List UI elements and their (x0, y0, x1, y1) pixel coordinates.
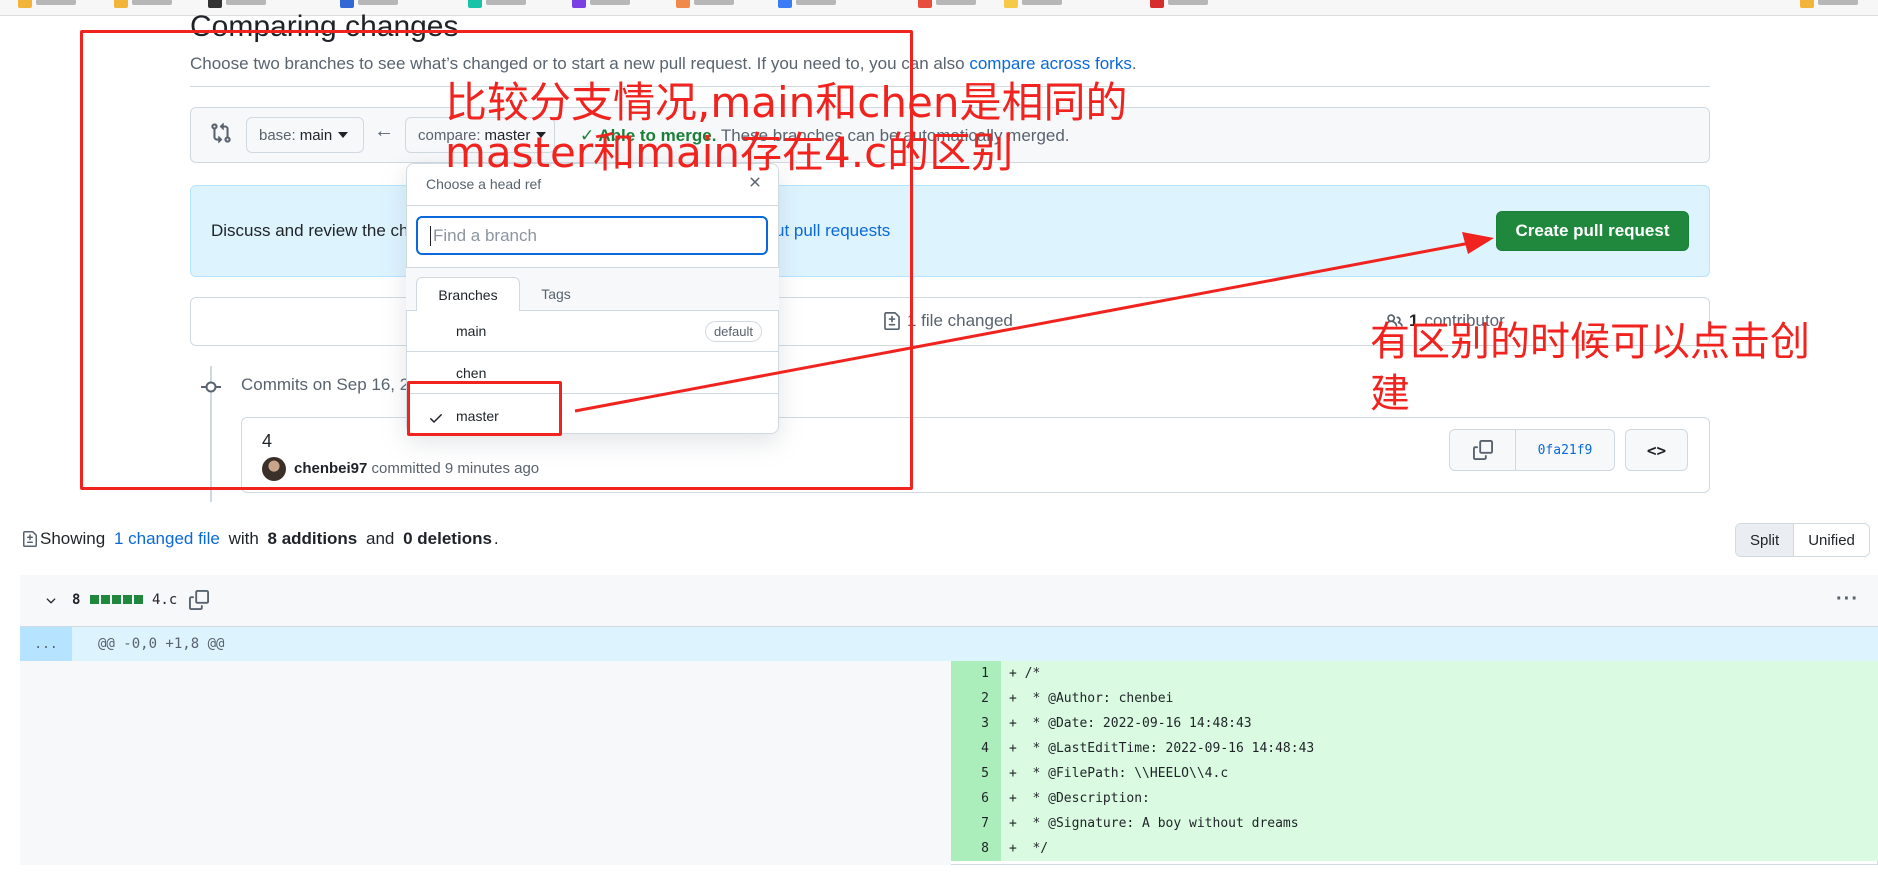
browse-code-button[interactable]: <> (1625, 429, 1688, 471)
line-number[interactable]: 3 (951, 711, 1001, 736)
annotation-note-1-line1: 比较分支情况,main和chen是相同的 (445, 78, 1128, 127)
files-changed-label: 1 file changed (907, 311, 1013, 330)
bookmark-item[interactable] (208, 0, 268, 8)
line-number[interactable]: 6 (951, 786, 1001, 811)
diff-line: 6 + * @Description: (951, 786, 1878, 811)
annotation-note-2: 有区别的时候可以点击创 建 (1370, 316, 1810, 420)
bookmark-item[interactable] (1150, 0, 1210, 8)
bookmark-item[interactable] (1800, 0, 1860, 8)
annotation-box-master (407, 381, 562, 436)
commit-sha-group: 0fa21f9 (1449, 429, 1615, 471)
diff-line: 1 + /* (951, 661, 1878, 686)
bookmark-item[interactable] (1004, 0, 1064, 8)
diffstat-block (123, 595, 132, 604)
showing-prefix: Showing (40, 529, 106, 548)
hunk-header: @@ -0,0 +1,8 @@ (98, 636, 225, 652)
line-number[interactable]: 2 (951, 686, 1001, 711)
file-diff-icon (23, 531, 37, 547)
diffstat-blocks (90, 595, 143, 604)
bookmark-item[interactable] (676, 0, 736, 8)
copy-sha-button[interactable] (1450, 430, 1516, 470)
line-code: + * @Author: chenbei (1001, 686, 1878, 711)
line-code: + * @Signature: A boy without dreams (1001, 811, 1878, 836)
annotation-note-1-line2: master和main存在4.c的区别 (445, 128, 1014, 177)
copy-icon[interactable] (189, 590, 209, 610)
chevron-down-icon[interactable] (44, 594, 58, 608)
annotation-note-2-line1: 有区别的时候可以点击创 (1370, 319, 1810, 365)
line-number[interactable]: 7 (951, 811, 1001, 836)
diff-line: 7 + * @Signature: A boy without dreams (951, 811, 1878, 836)
line-number[interactable]: 4 (951, 736, 1001, 761)
diff-line: 8 + */ (951, 836, 1878, 861)
additions-count: 8 additions (267, 529, 358, 548)
diff-file-name[interactable]: 4.c (152, 592, 177, 608)
bookmark-item[interactable] (468, 0, 528, 8)
subtitle-end: . (1131, 54, 1137, 73)
diff-left-side (20, 661, 951, 865)
diff-line: 3 + * @Date: 2022-09-16 14:48:43 (951, 711, 1878, 736)
showing-and: and (366, 529, 395, 548)
line-code: + * @FilePath: \\HEELO\\4.c (1001, 761, 1878, 786)
changed-files-link[interactable]: 1 changed file (114, 529, 220, 549)
diffstat-block (90, 595, 99, 604)
bookmark-item[interactable] (572, 0, 632, 8)
line-code: + * @Date: 2022-09-16 14:48:43 (1001, 711, 1878, 736)
split-view-button[interactable]: Split (1736, 524, 1795, 556)
diff-file-header (20, 575, 1878, 627)
copy-icon (1472, 440, 1493, 460)
expand-hunk-button[interactable]: ... (20, 627, 72, 661)
deletions-count: 0 deletions (403, 529, 492, 548)
compare-across-forks-link[interactable]: compare across forks (969, 54, 1132, 73)
unified-view-button[interactable]: Unified (1794, 524, 1869, 556)
annotation-note-1: 比较分支情况,main和chen是相同的 master和main存在4.c的区别 (445, 78, 1127, 178)
commit-sha-link[interactable]: 0fa21f9 (1516, 430, 1614, 470)
diffstat-block (112, 595, 121, 604)
bookmark-item[interactable] (918, 0, 978, 8)
line-code: + */ (1001, 836, 1878, 861)
diff-view-toggle: Split Unified (1735, 523, 1870, 557)
diffstat-block (101, 595, 110, 604)
line-code: + * @Description: (1001, 786, 1878, 811)
line-code: + /* (1001, 661, 1878, 686)
bookmark-item[interactable] (340, 0, 400, 8)
diff-right-side: 1 + /* 2 + * @Author: chenbei 3 + * @Date: … (951, 661, 1878, 865)
bookmark-item[interactable] (778, 0, 838, 8)
diff-line: 4 + * @LastEditTime: 2022-09-16 14:48:43 (951, 736, 1878, 761)
line-code: + * @LastEditTime: 2022-09-16 14:48:43 (1001, 736, 1878, 761)
create-pull-request-button[interactable]: Create pull request (1496, 211, 1689, 251)
bookmark-item[interactable] (18, 0, 78, 8)
bookmark-item[interactable] (114, 0, 174, 8)
line-number[interactable]: 1 (951, 661, 1001, 686)
showing-with: with (228, 529, 259, 548)
line-number[interactable]: 5 (951, 761, 1001, 786)
hunk-header-row (20, 627, 1878, 661)
showing-end: . (493, 529, 499, 548)
diff-line: 5 + * @FilePath: \\HEELO\\4.c (951, 761, 1878, 786)
showing-summary: Showing 1 changed file with 8 additions … (22, 529, 499, 549)
kebab-menu-icon[interactable]: ··· (1836, 588, 1859, 611)
line-number[interactable]: 8 (951, 836, 1001, 861)
diff-line-count: 8 (72, 592, 81, 608)
annotation-note-2-line2: 建 (1370, 371, 1410, 417)
diffstat-block (134, 595, 143, 604)
diff-line: 2 + * @Author: chenbei (951, 686, 1878, 711)
